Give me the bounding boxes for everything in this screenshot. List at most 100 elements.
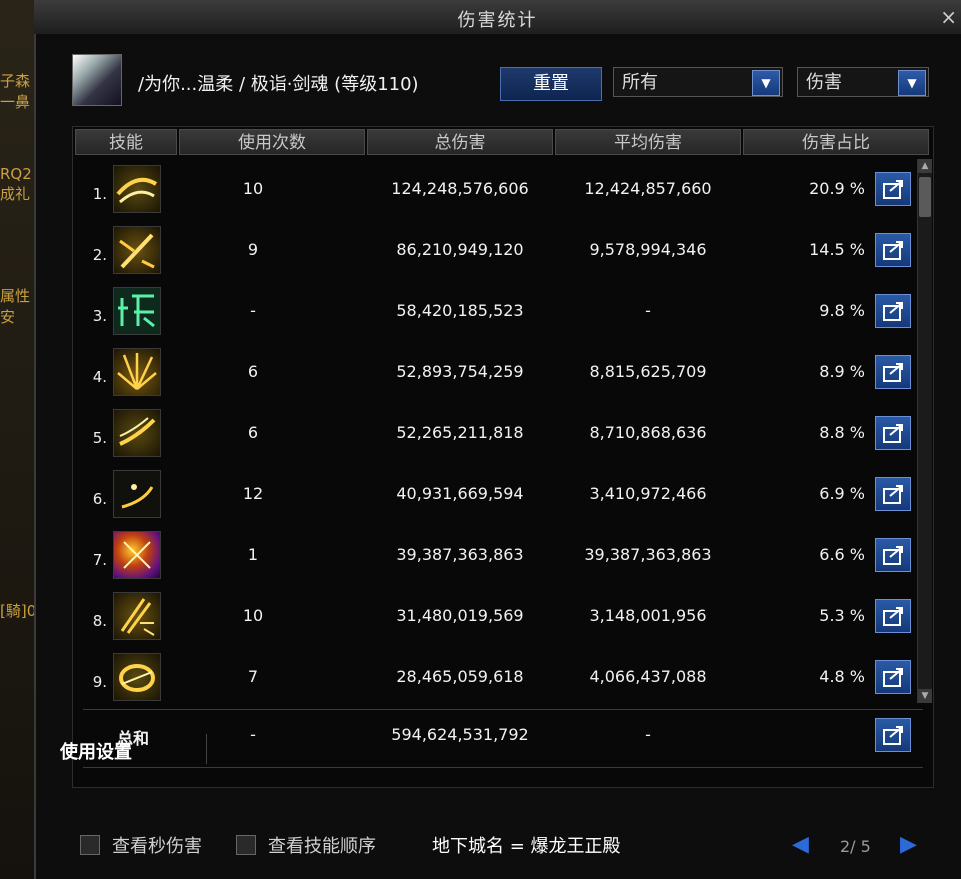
table-header: 技能 使用次数 总伤害 平均伤害 伤害占比 (73, 127, 933, 157)
share-icon (883, 424, 903, 443)
scroll-down-icon[interactable]: ▼ (918, 689, 932, 703)
avg-damage-value: 3,148,001,956 (589, 606, 707, 625)
damage-share-value: 20.9 % (809, 179, 865, 198)
filter-dropdown[interactable]: 所有 ▼ (613, 67, 783, 97)
rank-number: 1. (92, 185, 107, 203)
table-row: 4. 6 52,893,754,259 8,815,625,709 8.9 % (73, 342, 913, 403)
window-titlebar[interactable]: 伤害统计 × (34, 0, 961, 35)
share-icon (883, 302, 903, 321)
total-damage-value: 52,265,211,818 (396, 423, 524, 442)
total-row: 总和 - 594,624,531,792 - (73, 715, 913, 755)
share-button[interactable] (875, 294, 911, 328)
total-damage-value: 40,931,669,594 (396, 484, 524, 503)
reset-button[interactable]: 重置 (500, 67, 602, 101)
share-button[interactable] (875, 172, 911, 206)
close-button[interactable]: × (940, 5, 957, 29)
share-button[interactable] (875, 233, 911, 267)
usage-settings-tab[interactable]: 使用设置 (60, 738, 132, 764)
rank-number: 5. (92, 429, 107, 447)
avg-damage-value: 3,410,972,466 (589, 484, 707, 503)
metric-dropdown[interactable]: 伤害 ▼ (797, 67, 929, 97)
damage-share-value: 6.6 % (819, 545, 865, 564)
damage-table: 技能 使用次数 总伤害 平均伤害 伤害占比 1. 10 124,248,576,… (72, 126, 934, 788)
chevron-down-icon[interactable]: ▼ (898, 70, 926, 96)
share-icon (883, 241, 903, 260)
avg-damage-value: 9,578,994,346 (589, 240, 707, 259)
divider (83, 709, 923, 710)
avg-damage-value: 8,815,625,709 (589, 362, 707, 381)
total-damage-sum: 594,624,531,792 (391, 725, 529, 744)
dungeon-name: 地下城名 = 爆龙王正殿 (432, 836, 621, 857)
damage-share-value: 8.8 % (819, 423, 865, 442)
share-icon (883, 668, 903, 687)
share-icon (883, 726, 903, 745)
share-icon (883, 485, 903, 504)
skill-icon (113, 226, 161, 274)
skill-icon (113, 409, 161, 457)
avg-damage-value: - (645, 301, 651, 320)
uses-value: 10 (242, 606, 264, 625)
page-indicator: 2/ 5 (840, 837, 871, 856)
share-button[interactable] (875, 538, 911, 572)
skill-icon (113, 470, 161, 518)
rank-number: 2. (92, 246, 107, 264)
window-title: 伤害统计 (457, 10, 538, 31)
uses-value: 7 (247, 667, 259, 686)
share-icon (883, 180, 903, 199)
column-header-total[interactable]: 总伤害 (367, 129, 553, 155)
column-header-share[interactable]: 伤害占比 (743, 129, 929, 155)
share-button[interactable] (875, 660, 911, 694)
uses-value: 9 (247, 240, 259, 259)
total-damage-value: 86,210,949,120 (396, 240, 524, 259)
rank-number: 8. (92, 612, 107, 630)
total-damage-value: 39,387,363,863 (396, 545, 524, 564)
table-scrollbar[interactable]: ▲ ▼ (917, 159, 932, 703)
rank-number: 3. (92, 307, 107, 325)
total-avg-value: - (645, 725, 651, 744)
skill-icon (113, 348, 161, 396)
player-avatar (72, 54, 122, 106)
uses-value: 6 (247, 423, 259, 442)
prev-page-icon[interactable]: ◀ (792, 832, 809, 857)
skill-icon (113, 531, 161, 579)
share-button[interactable] (875, 599, 911, 633)
dps-checkbox[interactable] (80, 835, 100, 855)
skill-icon (113, 165, 161, 213)
rank-number: 6. (92, 490, 107, 508)
column-header-skill[interactable]: 技能 (75, 129, 177, 155)
player-info: /为你...温柔 / 极诣·剑魂 (等级110) (138, 74, 419, 95)
table-row: 2. 9 86,210,949,120 9,578,994,346 14.5 % (73, 220, 913, 281)
avg-damage-value: 39,387,363,863 (584, 545, 712, 564)
avg-damage-value: 8,710,868,636 (589, 423, 707, 442)
avg-damage-value: 4,066,437,088 (589, 667, 707, 686)
next-page-icon[interactable]: ▶ (900, 832, 917, 857)
skill-icon (113, 653, 161, 701)
total-damage-value: 28,465,059,618 (396, 667, 524, 686)
share-button[interactable] (875, 355, 911, 389)
damage-share-value: 14.5 % (809, 240, 865, 259)
skill-icon (113, 592, 161, 640)
table-row: 7. 1 39,387,363,863 39,387,363,863 6.6 % (73, 525, 913, 586)
share-button[interactable] (875, 416, 911, 450)
total-damage-value: 124,248,576,606 (391, 179, 529, 198)
scroll-up-icon[interactable]: ▲ (918, 159, 932, 173)
share-button[interactable] (875, 477, 911, 511)
metric-value: 伤害 (806, 72, 842, 93)
share-button[interactable] (875, 718, 911, 752)
dps-checkbox-label[interactable]: 查看秒伤害 (112, 832, 202, 858)
skill-order-checkbox[interactable] (236, 835, 256, 855)
chevron-down-icon[interactable]: ▼ (752, 70, 780, 96)
skill-order-checkbox-label[interactable]: 查看技能顺序 (268, 832, 376, 858)
skill-icon (113, 287, 161, 335)
damage-share-value: 6.9 % (819, 484, 865, 503)
uses-value: 12 (242, 484, 264, 503)
column-header-uses[interactable]: 使用次数 (179, 129, 365, 155)
table-row: 3. - 58,420,185,523 - 9.8 % (73, 281, 913, 342)
scrollbar-thumb[interactable] (919, 177, 931, 217)
damage-share-value: 9.8 % (819, 301, 865, 320)
total-uses-value: - (250, 725, 256, 744)
rank-number: 9. (92, 673, 107, 691)
damage-share-value: 4.8 % (819, 667, 865, 686)
column-header-average[interactable]: 平均伤害 (555, 129, 741, 155)
table-row: 5. 6 52,265,211,818 8,710,868,636 8.8 % (73, 403, 913, 464)
